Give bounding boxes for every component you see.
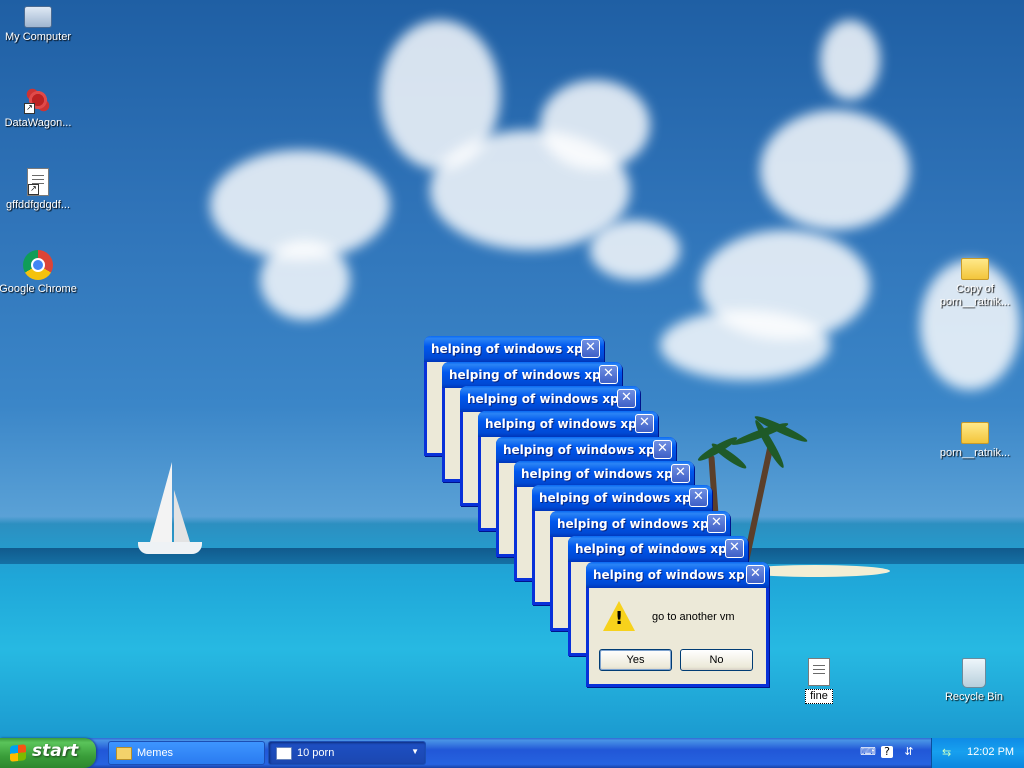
close-icon[interactable]: ✕	[635, 414, 654, 433]
taskbar: start Memes 10 porn ▼ ⌨ ? ⇵ ⇆ 12:02 PM	[0, 738, 1024, 768]
close-icon[interactable]: ✕	[617, 389, 636, 408]
start-button[interactable]: start	[0, 738, 96, 768]
windows-logo-icon	[10, 744, 26, 762]
keyboard-icon[interactable]: ⌨	[860, 745, 876, 759]
desktop-icon-gffddfgdgdf[interactable]: ↗ gffddfgdgdf...	[0, 168, 78, 212]
desktop-icon-label-renaming[interactable]: fine	[805, 689, 833, 704]
dialog-window-active[interactable]: helping of windows xp✕ go to another vm …	[586, 562, 769, 687]
start-label: start	[32, 741, 79, 761]
desktop-icon-label: Recycle Bin	[944, 691, 1004, 703]
no-button[interactable]: No	[680, 649, 753, 671]
desktop-icon-label: Copy of porn__ratnik...	[939, 283, 1011, 308]
text-file-shortcut-icon: ↗	[27, 168, 49, 196]
text-file-icon	[808, 658, 830, 686]
title-bar[interactable]: helping of windows xp ✕	[424, 336, 604, 362]
dialog-title: helping of windows xp	[575, 542, 727, 556]
sailboat	[150, 462, 172, 542]
dialog-title: helping of windows xp	[431, 342, 583, 356]
chrome-icon	[23, 250, 53, 280]
recycle-bin-icon	[962, 658, 986, 688]
help-icon[interactable]: ?	[881, 746, 893, 758]
desktop-icon-label: My Computer	[4, 31, 72, 43]
taskbar-item-group[interactable]: 10 porn ▼	[268, 741, 426, 765]
close-icon[interactable]: ✕	[725, 539, 744, 558]
folder-icon	[961, 422, 989, 444]
desktop-icon-datawagon[interactable]: ↗ DataWagon...	[0, 86, 78, 130]
dialog-title: helping of windows xp	[557, 517, 709, 531]
dialog-title: helping of windows xp	[539, 491, 691, 505]
desktop-icon-label: gffddfgdgdf...	[5, 199, 71, 211]
folder-icon	[116, 747, 132, 760]
desktop-icon-copy-of-folder[interactable]: Copy of porn__ratnik...	[935, 252, 1015, 309]
desktop: My Computer ↗ DataWagon... ↗ gffddfgdgdf…	[0, 0, 1024, 738]
chevron-down-icon: ▼	[411, 747, 419, 756]
desktop-icon-my-computer[interactable]: My Computer	[0, 4, 78, 44]
title-bar[interactable]: helping of windows xp ✕	[514, 461, 694, 487]
taskbar-item-memes[interactable]: Memes	[108, 741, 265, 765]
datawagon-shortcut-icon: ↗	[24, 86, 52, 114]
close-icon[interactable]: ✕	[746, 565, 765, 584]
dialog-title: helping of windows xp	[521, 467, 673, 481]
dialog-title: helping of windows xp	[593, 568, 745, 582]
title-bar[interactable]: helping of windows xp ✕	[442, 362, 622, 388]
close-icon[interactable]: ✕	[671, 464, 690, 483]
desktop-icon-label: DataWagon...	[4, 117, 72, 129]
dialog-title: helping of windows xp	[449, 368, 601, 382]
window-group-icon	[276, 747, 292, 760]
close-icon[interactable]: ✕	[581, 339, 600, 358]
computer-icon	[24, 6, 52, 28]
dialog-title: helping of windows xp	[485, 417, 637, 431]
system-tray: ⇆ 12:02 PM	[931, 738, 1024, 768]
yes-button[interactable]: Yes	[599, 649, 672, 671]
title-bar[interactable]: helping of windows xp ✕	[550, 511, 730, 537]
desktop-icon-google-chrome[interactable]: Google Chrome	[0, 250, 78, 296]
folder-icon	[961, 258, 989, 280]
taskbar-item-label: Memes	[137, 747, 174, 759]
desktop-icon-label: porn__ratnik...	[939, 447, 1011, 459]
title-bar[interactable]: helping of windows xp ✕	[496, 437, 676, 463]
title-bar[interactable]: helping of windows xp ✕	[460, 386, 640, 412]
close-icon[interactable]: ✕	[599, 365, 618, 384]
title-bar[interactable]: helping of windows xp ✕	[586, 562, 769, 588]
close-icon[interactable]: ✕	[707, 514, 726, 533]
network-icon[interactable]: ⇆	[942, 746, 954, 759]
close-icon[interactable]: ✕	[689, 488, 708, 507]
desktop-icon-folder[interactable]: porn__ratnik...	[935, 416, 1015, 460]
title-bar[interactable]: helping of windows xp ✕	[532, 485, 712, 511]
dialog-title: helping of windows xp	[467, 392, 619, 406]
dialog-title: helping of windows xp	[503, 443, 655, 457]
taskbar-item-label: 10 porn	[297, 747, 335, 759]
arrow-icon[interactable]: ⇵	[902, 745, 916, 759]
title-bar[interactable]: helping of windows xp ✕	[568, 536, 748, 562]
close-icon[interactable]: ✕	[653, 440, 672, 459]
desktop-icon-fine[interactable]: fine	[779, 658, 859, 707]
warning-icon	[603, 601, 635, 631]
desktop-icon-recycle-bin[interactable]: Recycle Bin	[934, 658, 1014, 704]
title-bar[interactable]: helping of windows xp ✕	[478, 411, 658, 437]
dialog-message: go to another vm	[652, 611, 735, 623]
desktop-icon-label: Google Chrome	[0, 283, 77, 295]
clock[interactable]: 12:02 PM	[967, 746, 1014, 758]
